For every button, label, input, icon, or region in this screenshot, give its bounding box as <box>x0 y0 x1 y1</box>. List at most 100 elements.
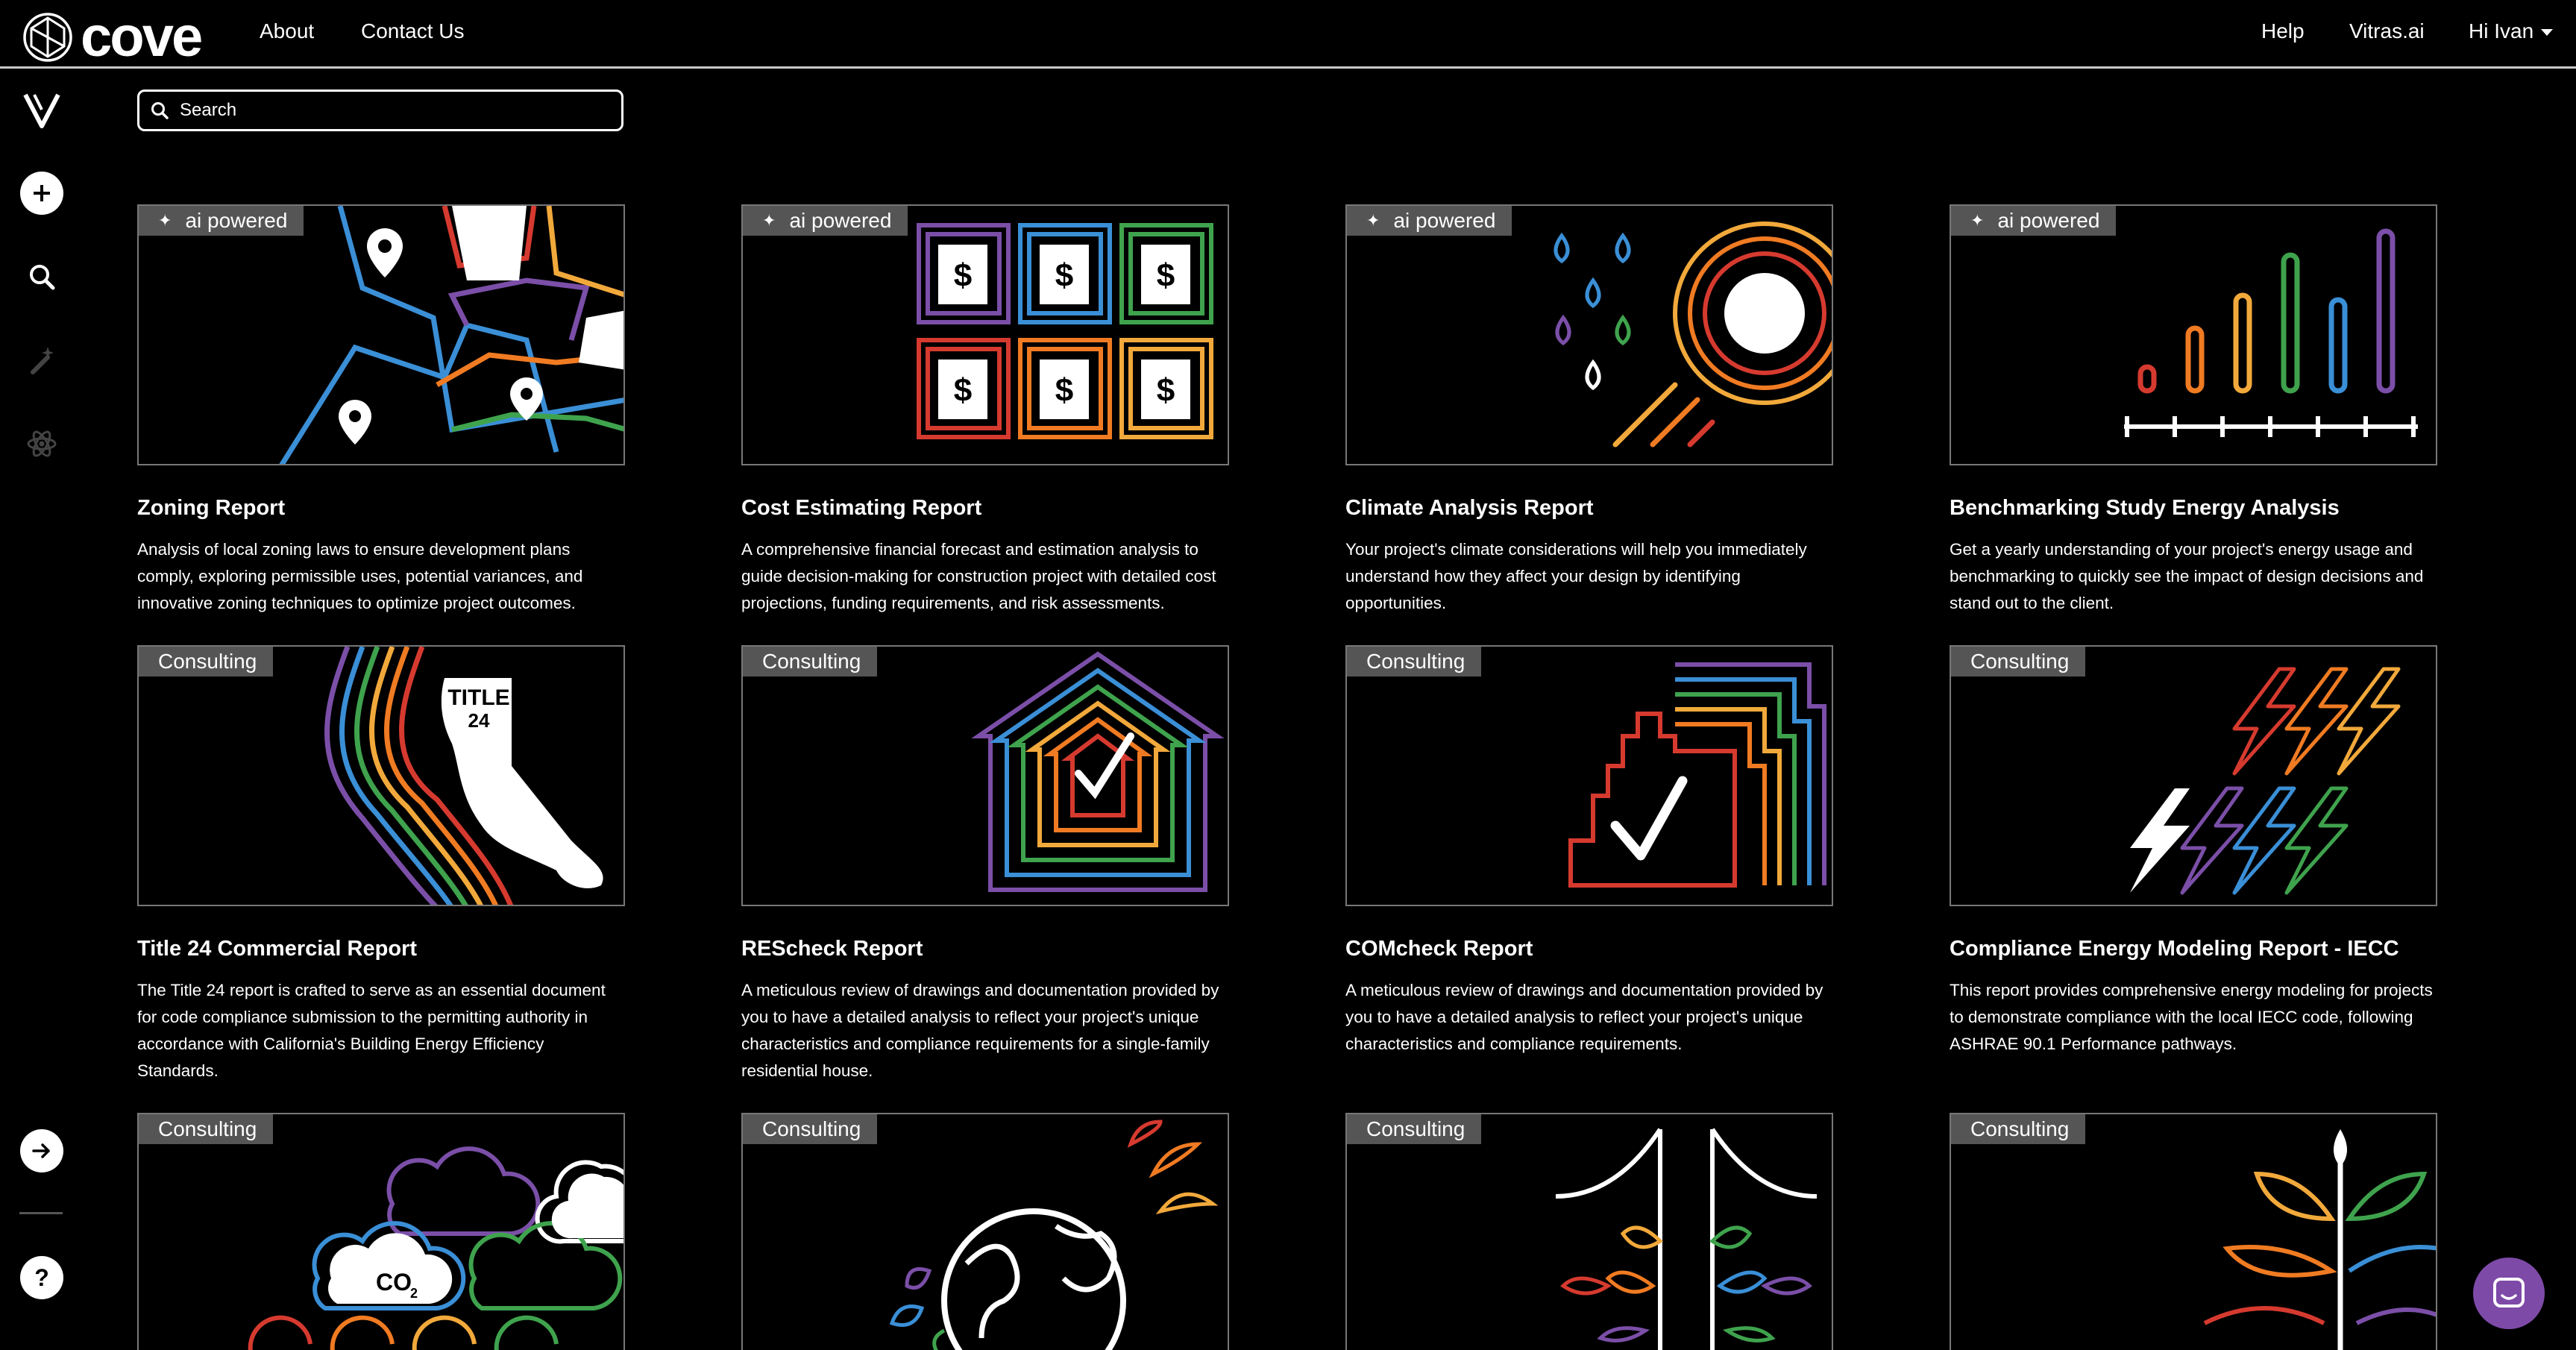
chat-icon <box>2493 1278 2525 1307</box>
report-card-growth[interactable]: Consulting <box>1950 1113 2437 1350</box>
clouds-co2-illustration: CO 2 <box>248 1146 623 1350</box>
card-title[interactable]: Benchmarking Study Energy Analysis <box>1950 495 2437 521</box>
report-card-climate-analysis[interactable]: ✦ ai powered Climate Analysis Report You… <box>1345 204 1833 617</box>
card-thumbnail[interactable]: Consulting <box>741 645 1229 906</box>
nav-vitras-link[interactable]: Vitras.ai <box>2349 19 2425 43</box>
svg-text:$: $ <box>954 257 972 294</box>
card-title[interactable]: Cost Estimating Report <box>741 495 1229 521</box>
card-thumbnail[interactable]: ✦ ai powered <box>1345 204 1833 465</box>
search-rail-button[interactable] <box>19 254 64 299</box>
card-thumbnail[interactable]: Consulting <box>1950 1113 2437 1350</box>
top-navbar: cove About Contact Us Help Vitras.ai Hi … <box>0 0 2576 69</box>
consulting-badge: Consulting <box>1951 1114 2086 1144</box>
sparkle-icon: ✦ <box>1366 211 1380 230</box>
user-menu[interactable]: Hi Ivan <box>2469 19 2554 43</box>
vitras-v-button[interactable] <box>19 87 64 132</box>
consulting-badge: Consulting <box>1347 647 1482 676</box>
report-card-carbon[interactable]: Consulting CO 2 <box>137 1113 625 1350</box>
sparkle-icon: ✦ <box>1970 211 1985 230</box>
search-icon <box>30 265 55 290</box>
card-title[interactable]: Compliance Energy Modeling Report - IECC <box>1950 936 2437 962</box>
left-sidebar: ? <box>0 71 84 1350</box>
ai-powered-badge: ✦ ai powered <box>1347 206 1512 236</box>
benchmark-bars-illustration <box>2124 228 2418 437</box>
report-card-comcheck[interactable]: Consulting COMcheck Report A meticulous … <box>1345 645 1833 1058</box>
card-thumbnail[interactable]: Consulting <box>1345 1113 1833 1350</box>
search-box[interactable] <box>137 90 623 131</box>
card-thumbnail[interactable]: Consulting <box>1345 645 1833 906</box>
search-input[interactable] <box>180 100 597 121</box>
svg-text:$: $ <box>1055 372 1073 409</box>
card-description: Analysis of local zoning laws to ensure … <box>137 539 583 612</box>
vitras-v-icon <box>23 93 60 128</box>
consulting-badge: Consulting <box>139 647 274 676</box>
svg-text:$: $ <box>1055 257 1073 294</box>
card-description: A meticulous review of drawings and docu… <box>741 980 1219 1080</box>
search-icon <box>151 102 169 119</box>
card-description: The Title 24 report is crafted to serve … <box>137 980 606 1080</box>
sparkle-icon: ✦ <box>158 211 172 230</box>
card-description: A comprehensive financial forecast and e… <box>741 539 1216 612</box>
help-button[interactable]: ? <box>19 1255 64 1300</box>
cove-logo-icon <box>23 13 72 62</box>
card-title[interactable]: COMcheck Report <box>1345 936 1833 962</box>
report-card-compliance-iecc[interactable]: Consulting Compliance Energy Modeling Re… <box>1950 645 2437 1058</box>
card-description: A meticulous review of drawings and docu… <box>1345 980 1823 1053</box>
help-icon: ? <box>20 1256 63 1299</box>
add-button[interactable] <box>19 171 64 216</box>
svg-text:24: 24 <box>468 709 490 732</box>
card-title[interactable]: REScheck Report <box>741 936 1229 962</box>
svg-text:2: 2 <box>410 1286 418 1301</box>
card-description: Get a yearly understanding of your proje… <box>1950 539 2424 612</box>
card-thumbnail[interactable]: ✦ ai powered $ $ $ $ $ $ <box>741 204 1229 465</box>
expand-sidebar-button[interactable] <box>19 1128 64 1173</box>
report-card-rescheck[interactable]: Consulting REScheck Report A meticulous … <box>741 645 1229 1084</box>
nav-help-link[interactable]: Help <box>2261 19 2305 43</box>
brand-name: cove <box>81 5 203 69</box>
magic-wand-icon <box>31 347 54 374</box>
nav-about-link[interactable]: About <box>260 19 314 43</box>
zoning-map-illustration <box>279 206 623 464</box>
nav-contact-link[interactable]: Contact Us <box>361 19 465 43</box>
growing-plant-illustration <box>2203 1129 2436 1350</box>
report-card-cost-estimating[interactable]: ✦ ai powered $ $ $ $ $ $ Cost Estimating Repo… <box>741 204 1229 617</box>
globe-leaves-illustration <box>889 1120 1219 1350</box>
consulting-badge: Consulting <box>1951 647 2086 676</box>
climate-sun-rain-illustration <box>1554 222 1832 448</box>
card-title[interactable]: Zoning Report <box>137 495 625 521</box>
card-thumbnail[interactable]: Consulting <box>1950 645 2437 906</box>
chat-launcher-button[interactable] <box>2473 1258 2545 1329</box>
card-thumbnail[interactable]: Consulting TITLE 24 <box>137 645 625 906</box>
card-thumbnail[interactable]: ✦ ai powered <box>1950 204 2437 465</box>
report-card-benchmarking[interactable]: ✦ ai powered Benchmarking Study Energy An… <box>1950 204 2437 617</box>
card-description: This report provides comprehensive energ… <box>1950 980 2433 1053</box>
atom-icon <box>27 430 57 457</box>
consulting-badge: Consulting <box>743 647 878 676</box>
report-card-title-24[interactable]: Consulting TITLE 24 Title 24 Commercial … <box>137 645 625 1084</box>
atom-button[interactable] <box>19 421 64 466</box>
report-card-plants[interactable]: Consulting <box>1345 1113 1833 1350</box>
cove-logo[interactable]: cove <box>22 5 203 69</box>
lightning-bolts-illustration <box>2130 667 2401 895</box>
arrow-right-icon <box>20 1129 63 1172</box>
card-thumbnail[interactable]: ✦ ai powered <box>137 204 625 465</box>
consulting-badge: Consulting <box>743 1114 878 1144</box>
card-title[interactable]: Title 24 Commercial Report <box>137 936 625 962</box>
report-card-globe[interactable]: Consulting <box>741 1113 1229 1350</box>
svg-text:$: $ <box>1157 372 1175 409</box>
svg-text:CO: CO <box>376 1269 412 1296</box>
building-check-illustration <box>1568 662 1826 888</box>
report-card-zoning[interactable]: ✦ ai powered Zoning Report Analysis of lo… <box>137 204 625 617</box>
ai-powered-badge: ✦ ai powered <box>743 206 908 236</box>
user-greeting: Hi Ivan <box>2469 19 2534 43</box>
sprouting-plants-illustration <box>1555 1128 1818 1350</box>
ai-powered-badge: ✦ ai powered <box>1951 206 2117 236</box>
card-title[interactable]: Climate Analysis Report <box>1345 495 1833 521</box>
svg-text:$: $ <box>954 372 972 409</box>
ai-powered-badge: ✦ ai powered <box>139 206 304 236</box>
card-thumbnail[interactable]: Consulting <box>741 1113 1229 1350</box>
magic-wand-button[interactable] <box>19 338 64 383</box>
card-thumbnail[interactable]: Consulting CO 2 <box>137 1113 625 1350</box>
sparkle-icon: ✦ <box>762 211 776 230</box>
card-description: Your project's climate considerations wi… <box>1345 539 1807 612</box>
